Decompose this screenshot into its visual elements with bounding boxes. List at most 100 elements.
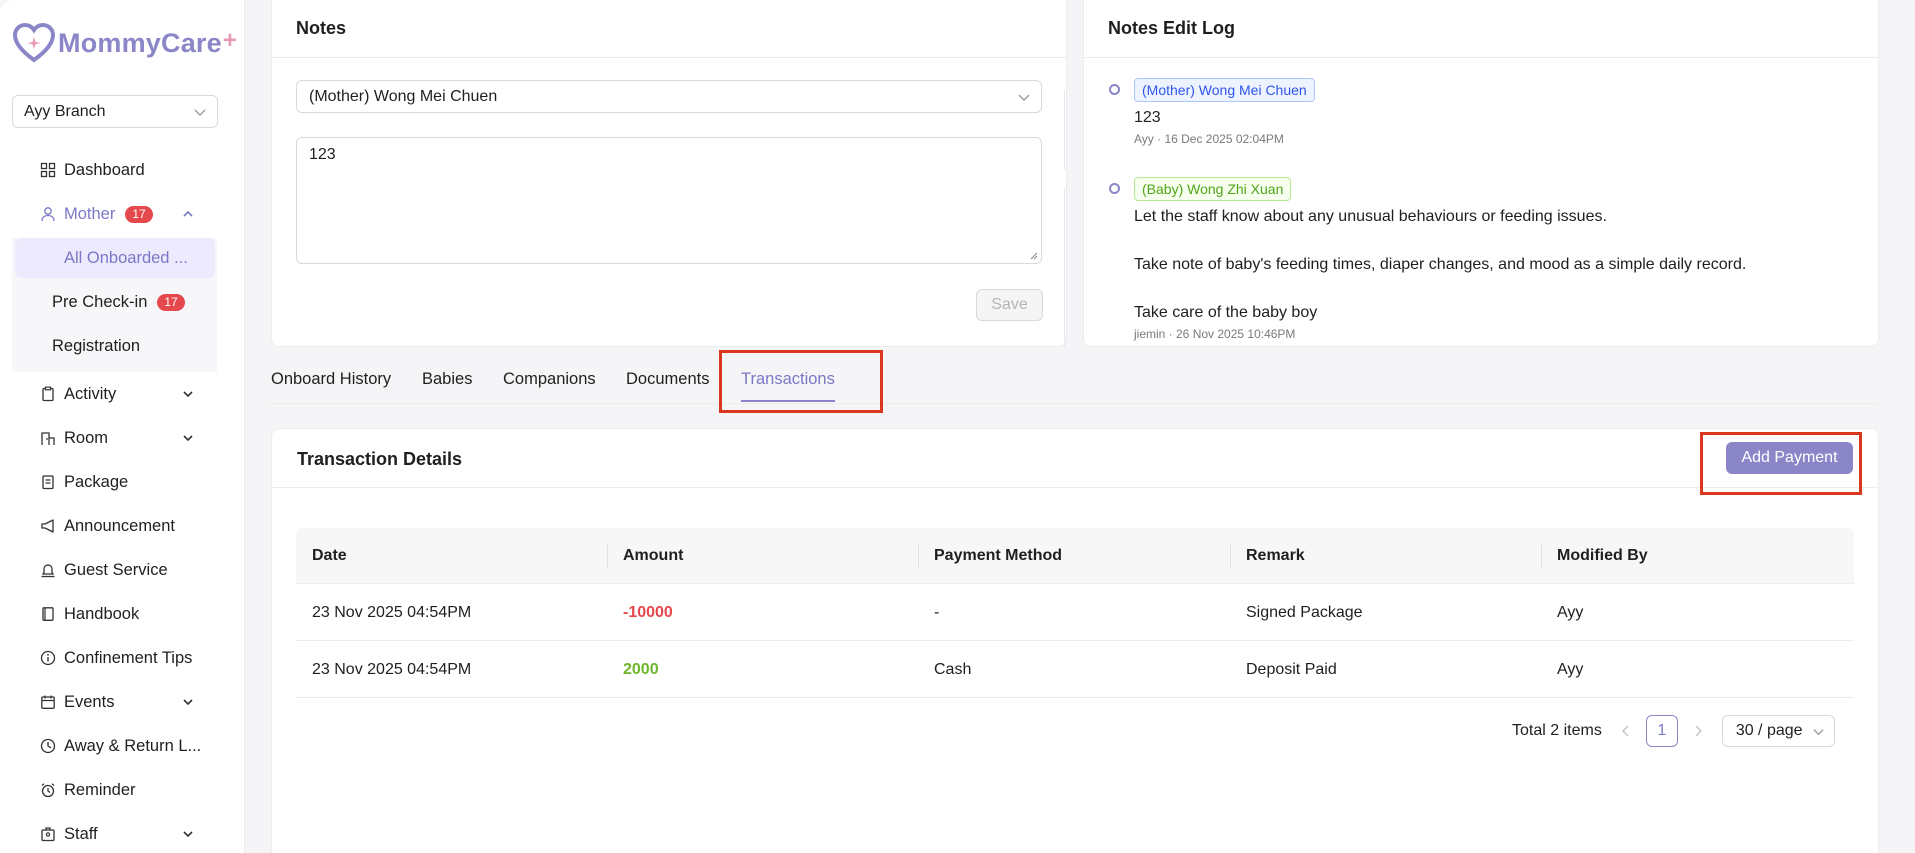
resize-grip-icon[interactable] xyxy=(1030,252,1038,260)
page-size-value: 30 / page xyxy=(1735,722,1803,739)
chevron-up-icon xyxy=(183,210,193,217)
sidebar-item-handbook[interactable]: Handbook xyxy=(0,592,244,636)
sidebar-subitem-registration[interactable]: Registration xyxy=(0,324,217,368)
log-paragraph: Take care of the baby boy xyxy=(1134,304,1318,321)
notes-divider xyxy=(272,57,1066,58)
branch-select-value: Ayy Branch xyxy=(24,102,106,120)
sidebar-item-mother[interactable]: Mother 17 xyxy=(0,192,244,236)
sidebar-item-guest-service[interactable]: Guest Service xyxy=(0,548,244,592)
page-size-select[interactable]: 30 / page xyxy=(1721,715,1835,747)
column-separator xyxy=(1541,544,1542,568)
transaction-details-title: Transaction Details xyxy=(297,449,463,469)
chevron-down-icon xyxy=(183,699,193,706)
column-header-amount: Amount xyxy=(623,547,684,564)
bell-icon xyxy=(41,564,55,578)
branch-select[interactable]: Ayy Branch xyxy=(12,95,218,128)
cell-date: 23 Nov 2025 04:54PM xyxy=(312,660,472,678)
sidebar-item-away-return[interactable]: Away & Return L... xyxy=(0,724,244,768)
alarm-icon xyxy=(41,783,55,798)
clipboard-icon xyxy=(42,386,54,402)
sidebar-item-label: Mother xyxy=(64,204,116,223)
notes-title: Notes xyxy=(296,18,347,38)
tab-companions[interactable]: Companions xyxy=(503,370,596,389)
column-header-payment-method: Payment Method xyxy=(934,547,1063,564)
chevron-down-icon xyxy=(1813,729,1824,736)
save-button[interactable]: Save xyxy=(976,289,1043,321)
timeline-line xyxy=(1064,90,1065,170)
sidebar-item-label: Staff xyxy=(64,824,98,843)
notes-subject-select[interactable]: (Mother) Wong Mei Chuen xyxy=(296,80,1042,113)
column-header-date: Date xyxy=(312,547,347,564)
sidebar-item-label: Events xyxy=(64,692,115,711)
cell-amount: -10000 xyxy=(623,603,673,621)
sidebar-item-package[interactable]: Package xyxy=(0,460,244,504)
brand-logo[interactable]: MommyCare + xyxy=(12,22,237,64)
sidebar-item-label: Away & Return L... xyxy=(64,736,202,755)
sidebar-item-label: Activity xyxy=(64,384,117,403)
chevron-left-icon[interactable] xyxy=(1618,723,1634,739)
log-entry: (Baby) Wong Zhi Xuan Let the staff know … xyxy=(1109,177,1854,341)
book-icon xyxy=(42,607,54,621)
dashboard-icon xyxy=(40,162,56,178)
log-text: 123 xyxy=(1134,109,1161,126)
subitem-label: Pre Check-in xyxy=(52,292,148,311)
room-icon xyxy=(41,432,55,445)
table-header: Date Amount Payment Method Remark Modifi… xyxy=(296,528,1854,584)
cell-modified-by: Ayy xyxy=(1557,660,1584,678)
sidebar-item-reminder[interactable]: Reminder xyxy=(0,768,244,812)
notes-text: 123 xyxy=(309,146,336,163)
tab-onboard-history[interactable]: Onboard History xyxy=(271,370,391,389)
sidebar-item-label: Handbook xyxy=(64,604,140,623)
cell-remark: Signed Package xyxy=(1246,603,1363,621)
log-paragraph: Take note of baby's feeding times, diape… xyxy=(1134,256,1747,273)
log-entry: (Mother) Wong Mei Chuen 123 Ayy · 16 Dec… xyxy=(1109,78,1854,146)
table-row[interactable]: 23 Nov 2025 04:54PM 2000 Cash Deposit Pa… xyxy=(296,641,1854,698)
chevron-down-icon xyxy=(1018,94,1030,101)
column-header-modified-by: Modified By xyxy=(1557,547,1648,564)
sidebar-item-events[interactable]: Events xyxy=(0,680,244,724)
staff-icon xyxy=(41,827,55,842)
brand-name: MommyCare xyxy=(58,27,222,58)
sidebar-item-announcement[interactable]: Announcement xyxy=(0,504,244,548)
sidebar-item-label: Room xyxy=(64,428,109,447)
table-row[interactable]: 23 Nov 2025 04:54PM -10000 - Signed Pack… xyxy=(296,584,1854,641)
sidebar-item-room[interactable]: Room xyxy=(0,416,244,460)
cell-modified-by: Ayy xyxy=(1557,603,1584,621)
tab-babies[interactable]: Babies xyxy=(422,370,472,389)
timeline-line xyxy=(1064,188,1065,348)
log-tag: (Mother) Wong Mei Chuen xyxy=(1134,78,1315,102)
sidebar-item-dashboard[interactable]: Dashboard xyxy=(0,148,244,192)
notes-subject-value: (Mother) Wong Mei Chuen xyxy=(309,87,498,105)
tab-documents[interactable]: Documents xyxy=(626,370,709,389)
sidebar-item-label: Reminder xyxy=(64,780,136,799)
log-tag: (Baby) Wong Zhi Xuan xyxy=(1134,177,1292,201)
transaction-divider xyxy=(272,487,1878,488)
page-number-current[interactable]: 1 xyxy=(1645,715,1678,747)
clock-icon xyxy=(40,738,56,754)
sidebar-subitem-all-onboarded[interactable]: All Onboarded ... xyxy=(15,238,215,278)
sidebar-nav: Dashboard Mother 17 All Onboarded ... Pr… xyxy=(0,148,244,853)
notes-textarea[interactable]: 123 xyxy=(296,137,1042,264)
notes-log-divider xyxy=(1084,57,1878,58)
chevron-right-icon[interactable] xyxy=(1690,723,1706,739)
sidebar-item-label: Guest Service xyxy=(64,560,168,579)
notes-edit-log-card: Notes Edit Log (Mother) Wong Mei Chuen 1… xyxy=(1064,0,1879,348)
detail-tabs: Onboard History Babies Companions Docume… xyxy=(271,364,1879,404)
sidebar-item-activity[interactable]: Activity xyxy=(0,372,244,416)
chevron-down-icon xyxy=(183,435,193,442)
cell-payment-method: Cash xyxy=(934,660,972,678)
chevron-down-icon xyxy=(194,109,206,116)
timeline-dot xyxy=(1109,84,1120,95)
sidebar-item-label: Dashboard xyxy=(64,160,145,179)
column-header-remark: Remark xyxy=(1246,547,1305,564)
log-paragraph: Let the staff know about any unusual beh… xyxy=(1134,208,1607,225)
sidebar-subitem-pre-check-in[interactable]: Pre Check-in 17 xyxy=(0,280,217,324)
timeline-dot xyxy=(1109,183,1120,194)
sidebar-item-confinement-tips[interactable]: Confinement Tips xyxy=(0,636,244,680)
sidebar-item-label: Announcement xyxy=(64,516,175,535)
sidebar: MommyCare + Ayy Branch Dashboard Mother … xyxy=(0,0,245,853)
notes-log-title: Notes Edit Log xyxy=(1108,18,1235,38)
cell-payment-method: - xyxy=(934,603,940,621)
user-icon xyxy=(41,207,55,222)
sidebar-item-staff[interactable]: Staff xyxy=(0,812,244,853)
